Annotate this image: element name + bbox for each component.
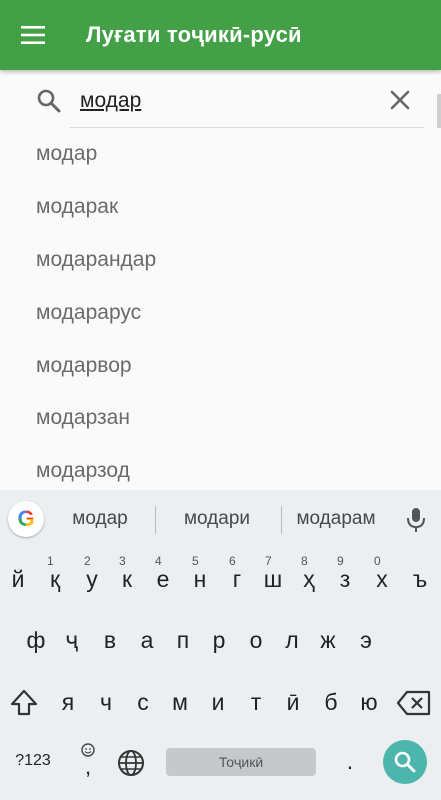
app-root: Луғати тоҷикӣ-русӣ модар модарак модаран… xyxy=(0,0,441,800)
divider xyxy=(155,506,156,534)
suggestion-item[interactable]: модарандар xyxy=(0,234,441,287)
key-м[interactable]: м xyxy=(163,685,197,719)
suggestion-item[interactable]: модарак xyxy=(0,181,441,234)
key-в[interactable]: в xyxy=(93,623,127,657)
app-title: Луғати тоҷикӣ-русӣ xyxy=(86,22,302,47)
key-ш[interactable]: ш xyxy=(256,562,290,596)
key-hint: 6 xyxy=(229,554,236,568)
key-т[interactable]: т xyxy=(239,685,273,719)
key-к[interactable]: к xyxy=(110,562,144,596)
suggestion-item[interactable]: модарвор xyxy=(0,339,441,392)
key-у[interactable]: у xyxy=(75,562,109,596)
search-icon xyxy=(394,751,416,773)
key-ҷ[interactable]: ҷ xyxy=(55,623,89,657)
key-ӣ[interactable]: ӣ xyxy=(276,685,310,719)
key-и[interactable]: и xyxy=(201,685,235,719)
key-hint: 9 xyxy=(337,554,344,568)
close-icon[interactable] xyxy=(386,86,414,114)
key-hint: 1 xyxy=(47,554,54,568)
google-logo-letter: G xyxy=(17,506,35,531)
key-л[interactable]: л xyxy=(275,623,309,657)
key-hint: 8 xyxy=(301,554,308,568)
key-ю[interactable]: ю xyxy=(352,685,386,719)
microphone-icon[interactable] xyxy=(404,506,428,534)
key-р[interactable]: р xyxy=(202,623,236,657)
divider xyxy=(281,506,282,534)
keyboard-suggestion[interactable]: модари xyxy=(170,508,264,530)
key-а[interactable]: а xyxy=(130,623,164,657)
key-о[interactable]: о xyxy=(239,623,273,657)
key-ъ[interactable]: ъ xyxy=(403,562,437,596)
scrollbar[interactable] xyxy=(437,94,441,128)
key-ч[interactable]: ч xyxy=(89,685,123,719)
period-key[interactable]: . xyxy=(340,746,360,776)
key-ж[interactable]: ж xyxy=(311,623,345,657)
hamburger-icon xyxy=(21,26,45,44)
key-я[interactable]: я xyxy=(51,685,85,719)
key-е[interactable]: е xyxy=(146,562,180,596)
key-э[interactable]: э xyxy=(349,623,383,657)
key-қ[interactable]: қ xyxy=(38,562,72,596)
search-bar xyxy=(0,70,441,130)
suggestion-item[interactable]: модар xyxy=(0,128,441,181)
search-icon xyxy=(37,89,61,113)
key-ҳ[interactable]: ҳ xyxy=(292,562,326,596)
backspace-icon[interactable] xyxy=(396,690,432,716)
search-input[interactable] xyxy=(80,84,380,118)
key-б[interactable]: б xyxy=(314,685,348,719)
key-з[interactable]: з xyxy=(328,562,362,596)
key-с[interactable]: с xyxy=(126,685,160,719)
key-hint: 2 xyxy=(84,554,91,568)
key-г[interactable]: г xyxy=(220,562,254,596)
menu-button[interactable] xyxy=(0,0,66,70)
suggestion-item[interactable]: модарарус xyxy=(0,286,441,339)
key-hint: 3 xyxy=(119,554,126,568)
keyboard-suggestion-strip: G модар модари модарам xyxy=(0,490,441,548)
key-ф[interactable]: ф xyxy=(19,623,53,657)
key-hint: 0 xyxy=(374,554,381,568)
globe-icon[interactable] xyxy=(116,748,146,778)
search-panel: модар модарак модарандар модарарус модар… xyxy=(0,70,441,490)
search-submit-button[interactable] xyxy=(383,740,427,784)
space-key[interactable]: Тоҷикӣ xyxy=(166,748,316,776)
google-logo-icon[interactable]: G xyxy=(8,501,44,537)
app-bar: Луғати тоҷикӣ-русӣ xyxy=(0,0,441,70)
key-hint: 5 xyxy=(192,554,199,568)
soft-keyboard: G модар модари модарам ?123 , Тоҷикӣ . й… xyxy=(0,490,441,800)
suggestion-list: модар модарак модарандар модарарус модар… xyxy=(0,128,441,498)
keyboard-suggestion[interactable]: модар xyxy=(58,508,142,530)
key-н[interactable]: н xyxy=(183,562,217,596)
key-hint: 4 xyxy=(155,554,162,568)
keyboard-suggestion[interactable]: модарам xyxy=(284,508,388,530)
shift-icon[interactable] xyxy=(8,688,40,718)
key-hint: 7 xyxy=(265,554,272,568)
symbols-key[interactable]: ?123 xyxy=(8,746,58,776)
suggestion-item[interactable]: модарзан xyxy=(0,392,441,445)
key-х[interactable]: х xyxy=(365,562,399,596)
key-й[interactable]: й xyxy=(1,562,35,596)
key-п[interactable]: п xyxy=(166,623,200,657)
comma-key[interactable]: , xyxy=(78,752,98,782)
